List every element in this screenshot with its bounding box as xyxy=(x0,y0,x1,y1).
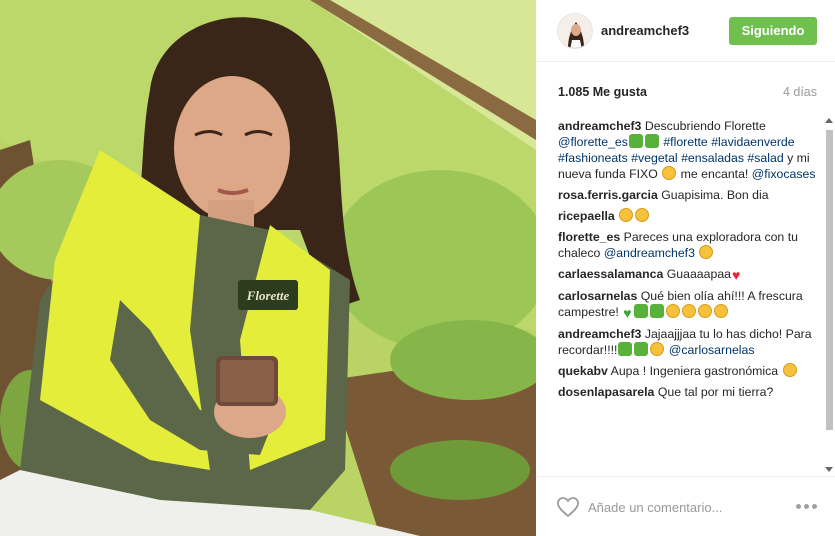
post-footer xyxy=(536,476,835,536)
flexed-biceps-icon xyxy=(782,363,797,377)
post-timestamp[interactable]: 4 días xyxy=(783,85,817,99)
dot-icon xyxy=(812,504,817,509)
sparkles-icon xyxy=(681,304,696,318)
comment-author[interactable]: florette_es xyxy=(558,230,620,244)
comments-scrollbar[interactable] xyxy=(823,114,835,476)
post-sidebar: andreamchef3 Siguiendo 1.085 Me gusta 4 … xyxy=(536,0,835,536)
smile-icon xyxy=(662,166,677,180)
comment-item: rosa.ferris.garcia Guapisima. Bon dia xyxy=(558,187,823,203)
comment-item: andreamchef3 Descubriendo Florette @flor… xyxy=(558,118,823,182)
comment-text: Que tal por mi tierra? xyxy=(657,385,774,399)
four-leaf-clover-icon xyxy=(644,134,659,148)
yum-icon xyxy=(650,342,665,356)
green-heart-icon: ♥ xyxy=(623,305,632,321)
comments-list: andreamchef3 Descubriendo Florette @flor… xyxy=(558,118,823,480)
comment-author[interactable]: andreamchef3 xyxy=(558,119,641,133)
comment-link[interactable]: #florette xyxy=(663,135,707,149)
avatar[interactable] xyxy=(557,13,593,49)
comment-link[interactable]: @fixocases xyxy=(752,167,816,181)
scroll-thumb[interactable] xyxy=(826,130,833,430)
blush-icon xyxy=(713,304,728,318)
seedling-icon xyxy=(628,134,643,148)
comment-text: me encanta! xyxy=(677,167,752,181)
heart-eyes-icon xyxy=(619,208,634,222)
comment-text: Aupa ! Ingeniera gastronómica xyxy=(610,364,782,378)
comment-author[interactable]: carlaessalamanca xyxy=(558,267,663,281)
comment-item: dosenlapasarela Que tal por mi tierra? xyxy=(558,384,823,400)
comment-link[interactable]: @carlosarnelas xyxy=(669,343,755,357)
post-stats: 1.085 Me gusta 4 días xyxy=(536,62,835,114)
comment-link[interactable]: #ensaladas xyxy=(681,151,744,165)
comment-item: carlaessalamanca Guaaaapaa♥ xyxy=(558,266,823,283)
grin-icon xyxy=(699,245,714,259)
herb-icon xyxy=(634,342,649,356)
comment-text: Guaaaapaa xyxy=(666,267,731,281)
comment-item: florette_es Pareces una exploradora con … xyxy=(558,229,823,261)
following-button[interactable]: Siguiendo xyxy=(729,17,817,45)
post-username[interactable]: andreamchef3 xyxy=(601,23,689,38)
comment-text xyxy=(695,246,698,260)
comment-text: Guapisima. Bon dia xyxy=(661,188,769,202)
comment-link[interactable]: @andreamchef3 xyxy=(604,246,695,260)
comment-link[interactable]: #salad xyxy=(747,151,783,165)
dot-icon xyxy=(804,504,809,509)
dot-icon xyxy=(796,504,801,509)
leaf-icon xyxy=(633,304,648,318)
comment-item: carlosarnelas Qué bien olía ahí!!! A fre… xyxy=(558,288,823,321)
photo-illustration: Florette xyxy=(0,0,536,536)
comment-link[interactable]: #fashioneats xyxy=(558,151,628,165)
comment-author[interactable]: andreamchef3 xyxy=(558,327,641,341)
post-header: andreamchef3 Siguiendo xyxy=(536,0,835,62)
scroll-down-arrow-icon[interactable] xyxy=(825,467,833,472)
heart-icon[interactable] xyxy=(556,496,580,518)
comment-text: Descubriendo Florette xyxy=(644,119,766,133)
kiss-icon xyxy=(635,208,650,222)
comment-link[interactable]: @florette_es xyxy=(558,135,628,149)
comment-author[interactable]: carlosarnelas xyxy=(558,289,637,303)
scroll-up-arrow-icon[interactable] xyxy=(825,118,833,123)
comment-author[interactable]: rosa.ferris.garcia xyxy=(558,188,658,202)
comment-item: quekabv Aupa ! Ingeniera gastronómica xyxy=(558,363,823,379)
likes-count[interactable]: 1.085 Me gusta xyxy=(558,85,647,99)
comment-author[interactable]: ricepaella xyxy=(558,209,615,223)
clover-icon xyxy=(618,342,633,356)
comment-author[interactable]: dosenlapasarela xyxy=(558,385,654,399)
comment-link[interactable]: #lavidaenverde xyxy=(711,135,794,149)
herb-icon xyxy=(649,304,664,318)
comment-link[interactable]: #vegetal xyxy=(631,151,678,165)
more-options-icon[interactable] xyxy=(796,504,817,509)
comment-item: andreamchef3 Jajaajjjaa tu lo has dicho!… xyxy=(558,326,823,358)
red-heart-icon: ♥ xyxy=(732,267,741,283)
ok-hand-icon xyxy=(665,304,680,318)
comment-author[interactable]: quekabv xyxy=(558,364,608,378)
add-comment-input[interactable] xyxy=(588,497,778,517)
comment-item: ricepaella xyxy=(558,208,823,224)
post-photo[interactable]: Florette xyxy=(0,0,536,536)
vest-logo: Florette xyxy=(246,288,290,303)
smiling-face-icon xyxy=(697,304,712,318)
